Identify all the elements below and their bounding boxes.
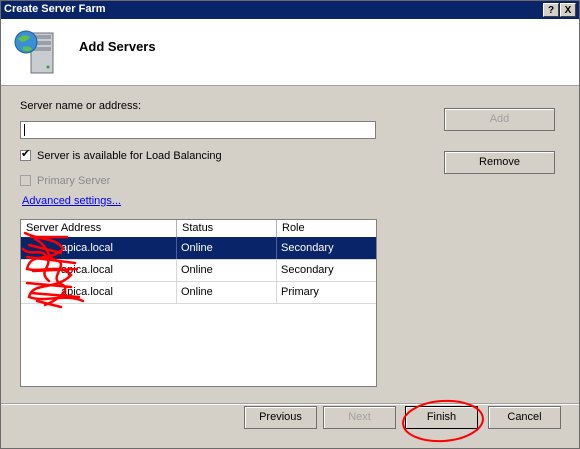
table-row[interactable]: apica.local Online Secondary (21, 237, 376, 260)
primary-server-checkbox[interactable] (20, 175, 31, 186)
create-server-farm-window: Create Server Farm ? X Add Servers Serve… (0, 0, 580, 449)
page-title: Add Servers (79, 39, 156, 54)
server-globe-icon (14, 30, 54, 74)
title-bar: Create Server Farm ? X (1, 1, 579, 19)
add-button[interactable]: Add (444, 108, 555, 131)
role-cell: Secondary (281, 242, 334, 254)
primary-server-label: Primary Server (37, 175, 111, 187)
role-cell: Primary (281, 286, 319, 298)
role-cell: Secondary (281, 264, 334, 276)
status-cell: Online (177, 259, 277, 281)
previous-button[interactable]: Previous (244, 406, 317, 429)
server-name-label: Server name or address: (20, 100, 142, 112)
finish-button[interactable]: Finish (405, 406, 478, 429)
load-balancing-checkbox[interactable]: ✔ (20, 148, 31, 161)
wizard-header: Add Servers (1, 19, 579, 86)
window-title: Create Server Farm (4, 3, 106, 15)
server-list[interactable]: Server Address Status Role apica.local O… (20, 219, 377, 387)
server-address-cell: apica.local (21, 259, 177, 281)
remove-button[interactable]: Remove (444, 151, 555, 174)
footer-divider (1, 403, 579, 405)
text-caret (24, 124, 25, 136)
close-button[interactable]: X (560, 3, 576, 17)
server-address-cell: apica.local (21, 281, 177, 303)
table-row[interactable]: apica.local Online Primary (21, 281, 376, 304)
table-row[interactable]: apica.local Online Secondary (21, 259, 376, 282)
server-address-cell: apica.local (21, 237, 177, 259)
advanced-settings-link[interactable]: Advanced settings... (22, 195, 121, 207)
next-button[interactable]: Next (323, 406, 396, 429)
column-role[interactable]: Role (277, 220, 376, 237)
column-server-address[interactable]: Server Address (21, 220, 177, 237)
server-name-input[interactable] (20, 121, 376, 139)
status-cell: Online (177, 237, 277, 259)
help-button[interactable]: ? (543, 3, 559, 17)
cancel-button[interactable]: Cancel (488, 406, 561, 429)
status-cell: Online (177, 281, 277, 303)
list-header: Server Address Status Role (21, 220, 376, 238)
load-balancing-label: Server is available for Load Balancing (37, 150, 222, 162)
column-status[interactable]: Status (177, 220, 277, 237)
check-icon: ✔ (21, 148, 31, 160)
